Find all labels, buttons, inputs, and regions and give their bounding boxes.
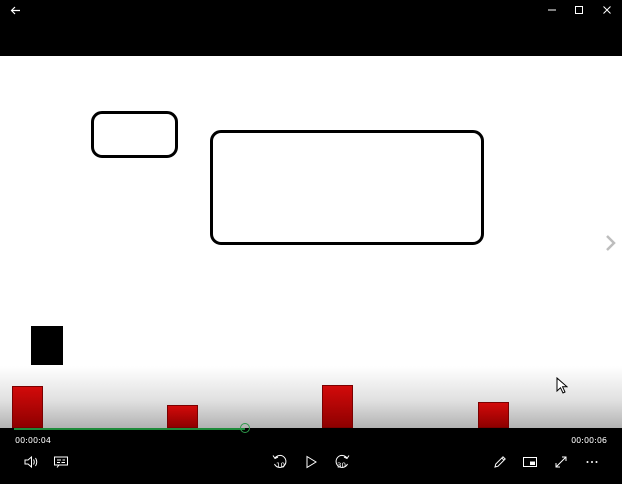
skip-back-label: 10 [276, 462, 285, 470]
edit-button[interactable] [489, 452, 511, 472]
minimize-button[interactable] [539, 0, 565, 20]
title-bar [0, 0, 622, 56]
seek-thumb[interactable] [240, 423, 250, 433]
video-frame[interactable] [0, 56, 622, 428]
play-icon [306, 455, 317, 469]
skip-forward-button[interactable]: 30 [331, 452, 353, 472]
close-button[interactable] [594, 0, 620, 20]
maximize-icon [575, 6, 583, 14]
cursor-icon [556, 376, 569, 394]
red-block [12, 386, 43, 428]
red-block [167, 405, 198, 428]
skip-forward-icon: 30 [335, 454, 350, 470]
mini-view-button[interactable] [519, 452, 541, 472]
skip-back-icon: 10 [272, 454, 287, 470]
red-block [478, 402, 509, 428]
chevron-right-icon [606, 235, 616, 251]
skip-forward-label: 30 [337, 462, 346, 470]
close-icon [603, 6, 611, 14]
mini-view-icon [523, 457, 537, 467]
seek-bar-progress [14, 428, 245, 430]
small-rounded-box [91, 111, 178, 158]
minimize-icon [548, 9, 556, 11]
black-rectangle [31, 326, 63, 365]
player-controls: 00:00:04 00:00:06 10 30 [0, 423, 622, 484]
arrow-left-icon [10, 6, 20, 14]
back-button[interactable] [2, 0, 28, 20]
captions-icon [54, 456, 68, 468]
mouse-cursor [556, 376, 569, 398]
volume-icon [24, 455, 38, 469]
elapsed-time: 00:00:04 [15, 436, 51, 445]
large-rounded-box [210, 130, 484, 245]
more-button[interactable] [581, 452, 603, 472]
remaining-time: 00:00:06 [571, 436, 607, 445]
captions-button[interactable] [50, 452, 72, 472]
video-bottom-gradient [0, 366, 622, 428]
volume-button[interactable] [20, 452, 42, 472]
play-button[interactable] [300, 452, 322, 472]
more-icon [586, 461, 598, 463]
seek-bar[interactable] [14, 423, 606, 433]
red-block [322, 385, 353, 428]
pencil-icon [494, 456, 506, 468]
skip-back-button[interactable]: 10 [269, 452, 291, 472]
fullscreen-button[interactable] [550, 452, 572, 472]
maximize-button[interactable] [566, 0, 592, 20]
next-button[interactable] [604, 234, 616, 256]
fullscreen-icon [555, 456, 567, 468]
